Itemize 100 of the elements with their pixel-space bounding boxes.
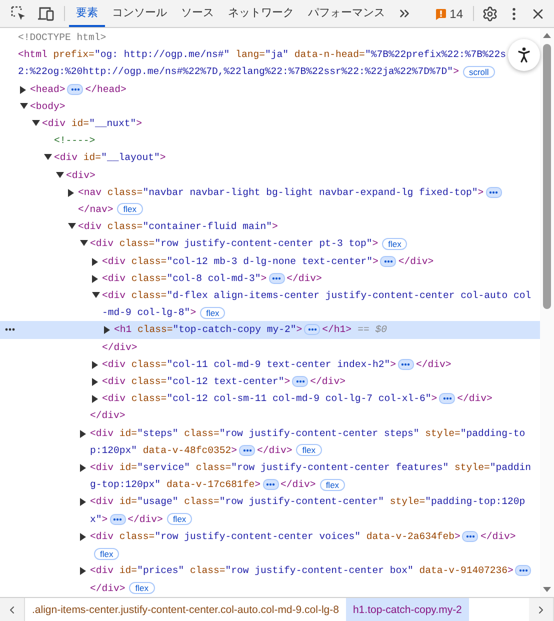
tag-name: <div bbox=[90, 462, 114, 474]
attribute-name: class= bbox=[118, 238, 155, 250]
attribute-name: class= bbox=[130, 358, 167, 370]
tag-name: > bbox=[296, 324, 302, 336]
attribute-name: class= bbox=[106, 186, 143, 198]
attribute-value: "navbar navbar-light bg-light navbar-expand-lg fixed-top" bbox=[142, 186, 478, 198]
tag-name: <body> bbox=[30, 100, 66, 112]
attribute-name: data-v-91407236 bbox=[418, 565, 508, 576]
attribute-value: 2:%22og:%20http://ogp.me/ns#%22%7D,%22lang%22:%7B%22ssr%22:%22ja%22%7D%7D" bbox=[18, 66, 454, 78]
tag-name: </div> bbox=[102, 342, 138, 353]
breadcrumb[interactable]: .align-items-center.justify-content-center.col-auto.col-md-9.col-lg-8 bbox=[25, 598, 346, 621]
tag-name: <div bbox=[102, 256, 126, 267]
attribute-name: style= bbox=[388, 496, 426, 508]
attribute-name: id= bbox=[118, 496, 138, 508]
layout-badge[interactable]: scroll bbox=[462, 66, 495, 78]
tag-name: <div bbox=[42, 118, 66, 130]
tag-name: </div> bbox=[257, 444, 292, 456]
attribute-value: p:120px" bbox=[90, 444, 138, 456]
attribute-value: "usage" bbox=[137, 496, 178, 508]
tag-name: </head> bbox=[85, 84, 126, 95]
attribute-name: style= bbox=[424, 428, 460, 439]
attribute-name: class= bbox=[183, 428, 220, 439]
tag-name: > bbox=[260, 272, 267, 284]
attribute-name: class= bbox=[130, 256, 167, 267]
tag-name: <div bbox=[102, 290, 126, 302]
tag-name: </div> bbox=[457, 393, 492, 404]
attribute-name: id= bbox=[70, 118, 90, 130]
attribute-value: "row justify-content-center box" bbox=[225, 565, 414, 576]
attribute-value: "paddin bbox=[490, 462, 531, 474]
attribute-value: "steps" bbox=[137, 428, 178, 439]
tag-name: > bbox=[372, 256, 378, 267]
tag-name: > bbox=[254, 479, 261, 490]
tag-name: <div bbox=[90, 565, 114, 576]
tag-name: > bbox=[507, 565, 514, 576]
attribute-value: "col-12 text-center" bbox=[166, 376, 284, 388]
layout-badge[interactable]: flex bbox=[129, 582, 155, 594]
panel-tab[interactable]: ソース bbox=[174, 0, 221, 27]
tag-name: <div bbox=[90, 238, 114, 250]
layout-badge[interactable]: flex bbox=[296, 444, 322, 456]
panel-tab[interactable]: 要素 bbox=[69, 0, 105, 27]
attribute-value: "og: http://ogp.me/ns#" bbox=[94, 49, 230, 60]
layout-badge[interactable]: flex bbox=[320, 478, 346, 491]
layout-badge[interactable]: flex bbox=[200, 306, 226, 319]
tag-name: <div bbox=[102, 376, 126, 388]
attribute-name: class= bbox=[183, 496, 220, 508]
tag-name: > bbox=[231, 444, 238, 456]
panel-tab[interactable]: コンソール bbox=[105, 0, 174, 27]
attribute-name: id= bbox=[118, 462, 138, 474]
tag-name: <div bbox=[90, 530, 114, 542]
attribute-value: "__nuxt" bbox=[89, 118, 136, 130]
tag-name: > bbox=[453, 66, 459, 78]
attribute-name: id= bbox=[118, 565, 138, 576]
layout-badge[interactable]: flex bbox=[382, 238, 408, 250]
attribute-name: data-n-head= bbox=[293, 49, 365, 60]
tag-name: </div> bbox=[310, 376, 346, 388]
panel-tab[interactable]: ネットワーク bbox=[221, 0, 301, 27]
attribute-name: class= bbox=[130, 290, 167, 302]
tag-name: <h1 bbox=[114, 324, 132, 336]
tag-name: <div bbox=[102, 272, 126, 284]
tag-name: > bbox=[160, 152, 166, 164]
layout-badge[interactable]: flex bbox=[94, 548, 120, 560]
issues-button[interactable]: 14 bbox=[428, 0, 469, 27]
attribute-name: class= bbox=[106, 221, 143, 232]
tag-name: <html bbox=[18, 49, 48, 60]
tag-name: <div bbox=[102, 358, 126, 370]
attribute-value: "service" bbox=[137, 462, 190, 474]
attribute-value: "ja" bbox=[264, 49, 288, 60]
attribute-value: "col-8 col-md-3" bbox=[166, 272, 261, 284]
attribute-name: class= bbox=[118, 530, 155, 542]
tag-name: <div bbox=[90, 496, 114, 508]
attribute-name: class= bbox=[188, 565, 226, 576]
tag-name: > bbox=[136, 118, 142, 130]
layout-badge[interactable]: flex bbox=[117, 203, 143, 216]
selected-marker-text: == $0 bbox=[358, 324, 387, 336]
tag-name: <div bbox=[54, 152, 78, 164]
attribute-name: class= bbox=[130, 393, 167, 404]
layout-badge[interactable]: flex bbox=[166, 513, 192, 526]
tag-name: </nav> bbox=[78, 204, 114, 216]
tag-name: > bbox=[284, 376, 290, 388]
attribute-name: id= bbox=[118, 428, 138, 439]
tag-name: </div> bbox=[416, 358, 452, 370]
tag-name: </h1> bbox=[322, 324, 352, 336]
tag-name: </div> bbox=[128, 514, 163, 525]
attribute-name: class= bbox=[130, 272, 167, 284]
panel-tab[interactable]: パフォーマンス bbox=[301, 0, 392, 27]
attribute-value: "row justify-content-center" bbox=[219, 496, 384, 508]
tag-name: </div> bbox=[480, 530, 516, 542]
attribute-value: "top-catch-copy my-2" bbox=[172, 324, 296, 336]
attribute-name: class= bbox=[130, 376, 167, 388]
tag-name: <div bbox=[102, 393, 126, 404]
tag-name: <head> bbox=[30, 84, 66, 95]
attribute-value: "row justify-content-center voices" bbox=[154, 530, 360, 542]
attribute-value: x" bbox=[90, 514, 102, 525]
attribute-value: "padding-top:120p bbox=[425, 496, 526, 508]
tag-name: </div> bbox=[280, 479, 316, 490]
attribute-value: "d-flex align-items-center justify-content-center col-auto col bbox=[166, 290, 532, 302]
tag-name: </div> bbox=[90, 582, 126, 594]
attribute-name: data-v-17c681fe bbox=[165, 479, 255, 490]
attribute-value: "%7B%22prefix%22:%7B%22s bbox=[364, 49, 506, 60]
breadcrumb[interactable]: h1.top-catch-copy.my-2 bbox=[346, 598, 469, 621]
